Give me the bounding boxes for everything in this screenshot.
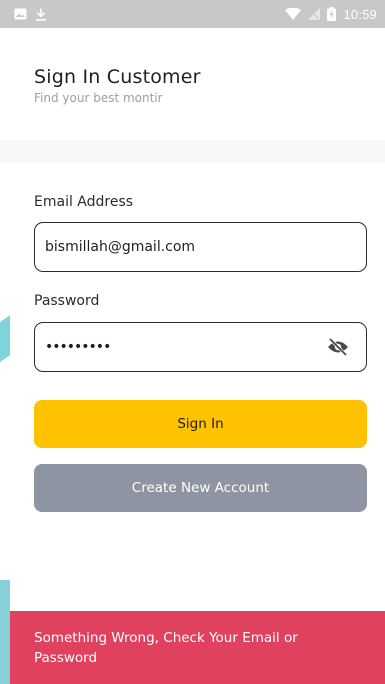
password-value[interactable]: ••••••••• <box>45 339 326 355</box>
email-value[interactable]: bismillah@gmail.com <box>45 239 356 255</box>
status-left-icons <box>14 8 47 21</box>
background-decoration <box>0 315 10 365</box>
image-icon <box>14 8 27 20</box>
create-account-button-label: Create New Account <box>131 480 270 496</box>
status-right-icons: 10:59 <box>285 7 377 22</box>
background-decoration <box>0 580 10 684</box>
download-icon <box>35 8 47 21</box>
email-label: Email Address <box>34 194 134 210</box>
sign-in-button[interactable]: Sign In <box>34 400 367 448</box>
eye-off-icon[interactable] <box>326 335 350 359</box>
page-title: Sign In Customer <box>34 66 201 88</box>
no-signal-icon <box>308 8 321 20</box>
error-message: Something Wrong, Check Your Email or Pas… <box>34 630 298 666</box>
sign-in-button-label: Sign In <box>177 416 224 432</box>
create-account-button[interactable]: Create New Account <box>34 464 367 512</box>
status-bar: 10:59 <box>0 0 385 28</box>
status-time: 10:59 <box>343 6 377 22</box>
email-field[interactable]: bismillah@gmail.com <box>34 222 367 272</box>
password-label: Password <box>34 293 100 309</box>
battery-charging-icon <box>327 7 337 21</box>
password-field[interactable]: ••••••••• <box>34 322 367 372</box>
error-snackbar: Something Wrong, Check Your Email or Pas… <box>10 611 385 684</box>
page-subtitle: Find your best montir <box>34 91 163 105</box>
wifi-icon <box>285 8 302 20</box>
header-divider <box>0 140 385 163</box>
page-header: Sign In Customer Find your best montir <box>34 66 201 105</box>
